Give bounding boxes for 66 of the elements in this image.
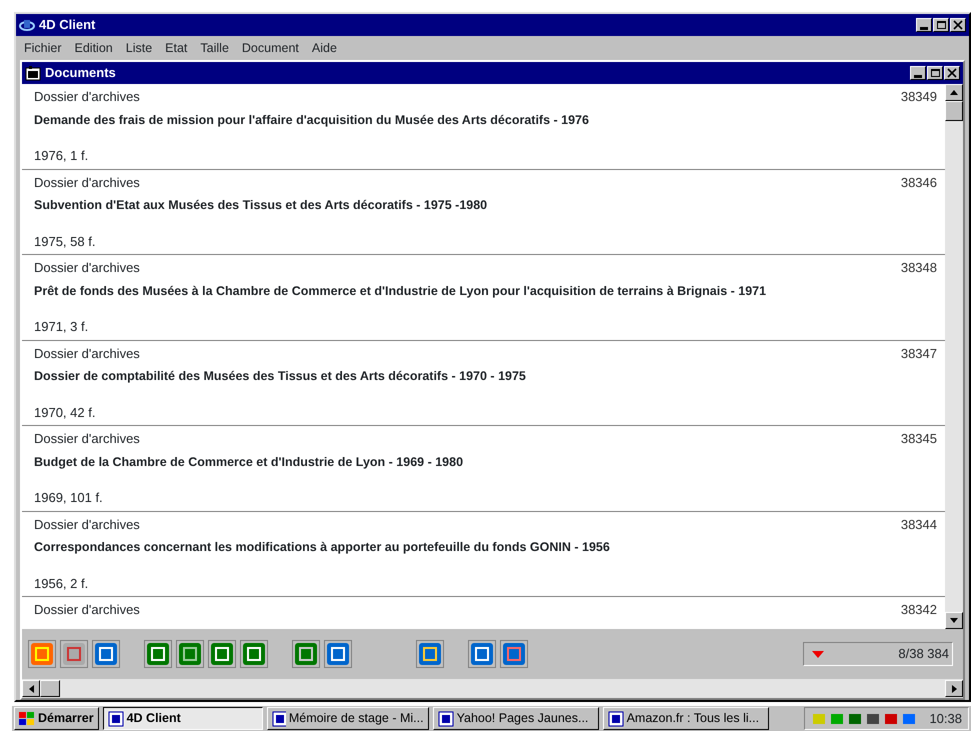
up-arrow-icon xyxy=(950,90,958,95)
scroll-down-button[interactable] xyxy=(945,612,963,629)
record-number: 38347 xyxy=(900,344,937,362)
taskbar-button[interactable]: Mémoire de stage - Mi... xyxy=(266,707,429,730)
record-type: Dossier d'archives xyxy=(34,88,140,106)
menu-item[interactable]: Document xyxy=(242,39,299,55)
scroll-left-button[interactable] xyxy=(22,680,40,697)
record-type: Dossier d'archives xyxy=(34,430,140,448)
scroll-up-button[interactable] xyxy=(945,84,963,101)
record-title: Demande des frais de mission pour l'affaire d'acquisition du Musée des Arts décoratifs - 1976 xyxy=(34,112,590,129)
record-number: 38349 xyxy=(900,88,937,106)
record-title: Prêt de fonds des Musées à la Chambre de Commerce et d'Industrie de Lyon pour l'acquisition de terrains à Brignais - 1971 xyxy=(34,282,768,300)
windows-logo-icon xyxy=(19,712,35,726)
taskbar-button[interactable]: Amazon.fr : Tous les li... xyxy=(602,707,769,730)
taskbar-button[interactable]: Yahoo! Pages Jaunes... xyxy=(432,707,599,730)
record-title: Budget de la Chambre de Commerce et d'Industrie de Lyon - 1969 - 1980 xyxy=(34,454,464,471)
record-type: Dossier d'archives xyxy=(34,174,140,192)
window-title: 4D Client xyxy=(39,16,96,34)
horizontal-scrollbar[interactable] xyxy=(22,679,963,698)
record-extent: 1971, 3 f. xyxy=(34,318,88,336)
down-arrow-icon xyxy=(950,618,958,623)
record-number: 38346 xyxy=(900,174,937,192)
minimize-button[interactable] xyxy=(910,66,926,80)
menu-item[interactable]: Taille xyxy=(200,39,229,55)
record-extent: 1970, 42 f. xyxy=(34,404,96,422)
menu-item[interactable]: Edition xyxy=(74,39,113,55)
record-extent: 1956, 2 f. xyxy=(34,574,88,592)
record-number: 38345 xyxy=(900,430,937,448)
menu-item[interactable]: Etat xyxy=(165,39,188,55)
close-button[interactable] xyxy=(950,18,966,32)
minimize-button[interactable] xyxy=(916,18,932,32)
record-type: Dossier d'archives xyxy=(34,516,140,534)
maximize-button[interactable] xyxy=(933,18,949,32)
record-number: 38344 xyxy=(900,516,937,534)
close-button[interactable] xyxy=(944,66,960,80)
vertical-scrollbar[interactable] xyxy=(945,84,963,629)
record-title: Correspondances concernant les modifications à apporter au portefeuille du fonds GONIN - 1956 xyxy=(34,539,611,556)
maximize-icon xyxy=(930,68,940,78)
scroll-right-button[interactable] xyxy=(945,680,963,697)
record-type: Dossier d'archives xyxy=(34,601,140,619)
record-title: Subvention d'Etat aux Musées des Tissus et des Arts décoratifs - 1975 -1980 xyxy=(34,197,488,214)
right-arrow-icon xyxy=(952,684,956,692)
scroll-thumb[interactable] xyxy=(945,101,963,121)
clock: 10:38 xyxy=(929,710,962,728)
minimize-icon xyxy=(920,27,928,30)
record-extent: 1976, 1 f. xyxy=(34,147,88,165)
document-window-icon xyxy=(25,65,41,81)
window-title: Documents xyxy=(45,64,116,82)
maximize-button[interactable] xyxy=(927,66,943,80)
record-counter: 8/38 384 xyxy=(898,645,949,664)
record-extent: 1969, 101 f. xyxy=(34,489,103,507)
menu-item[interactable]: Fichier xyxy=(24,39,62,55)
dropdown-arrow-icon[interactable] xyxy=(812,650,824,658)
record-number: 38348 xyxy=(900,259,937,277)
maximize-icon xyxy=(936,20,946,30)
menu-item[interactable]: Liste xyxy=(126,39,152,55)
start-button[interactable]: Démarrer xyxy=(14,707,99,730)
minimize-icon xyxy=(914,75,922,78)
record-type: Dossier d'archives xyxy=(34,344,140,362)
menu-item[interactable]: Aide xyxy=(312,39,337,55)
record-number: 38342 xyxy=(900,601,937,619)
taskbar-button[interactable]: 4D Client xyxy=(102,707,263,730)
record-type: Dossier d'archives xyxy=(34,259,140,277)
record-title: Dossier de comptabilité des Musées des Tissus et des Arts décoratifs - 1970 - 1975 xyxy=(34,368,527,385)
scroll-thumb[interactable] xyxy=(40,680,60,697)
record-extent: 1975, 58 f. xyxy=(34,232,96,250)
